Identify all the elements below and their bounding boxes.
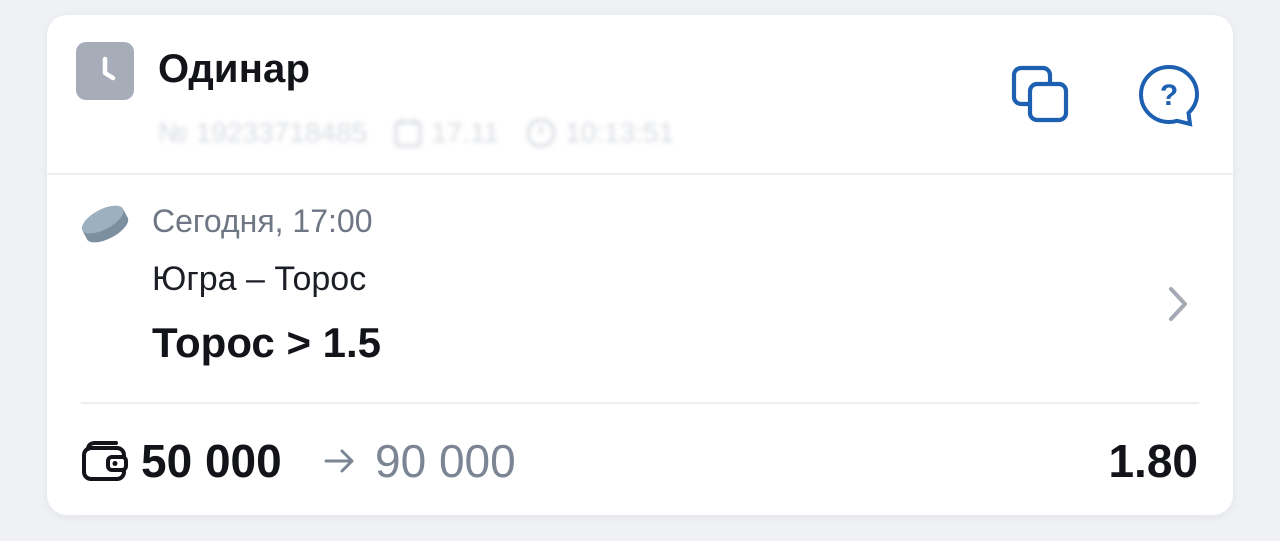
bet-number: № 19233718485 [158, 117, 368, 148]
arrow-right-icon [322, 443, 358, 479]
wallet-icon [82, 440, 128, 482]
event-time: Сегодня, 17:00 [152, 203, 373, 239]
chevron-right-icon [1163, 283, 1193, 325]
event-row[interactable]: Сегодня, 17:00 Югра – Торос Торос > 1.5 [47, 175, 1233, 403]
question-chat-icon: ? [1138, 64, 1200, 127]
bet-selection: Торос > 1.5 [152, 319, 382, 366]
bet-footer: 50 000 90 000 1.80 [47, 404, 1233, 515]
bet-time-text: 10:13:51 [565, 117, 675, 148]
bet-time: 10:13:51 [525, 117, 674, 149]
help-button[interactable]: ? [1137, 63, 1201, 127]
hockey-puck-icon [79, 202, 131, 246]
calendar-icon [394, 119, 422, 148]
bet-card: Одинар № 19233718485 17.11 10:13:51 ? Се… [47, 15, 1233, 515]
bet-meta: № 19233718485 17.11 10:13:51 [158, 113, 778, 153]
time-icon [526, 118, 556, 148]
stake-amount: 50 000 [141, 435, 282, 487]
bet-date: 17.11 [393, 117, 499, 149]
copy-button[interactable] [1009, 62, 1073, 126]
event-teams: Югра – Торос [152, 260, 367, 298]
clock-icon [76, 42, 134, 100]
bet-type-title: Одинар [158, 47, 311, 91]
bet-date-text: 17.11 [431, 117, 500, 148]
odds-value: 1.80 [1108, 435, 1198, 487]
payout-amount: 90 000 [375, 435, 516, 487]
copy-icon [1011, 65, 1069, 123]
svg-text:?: ? [1160, 79, 1178, 112]
